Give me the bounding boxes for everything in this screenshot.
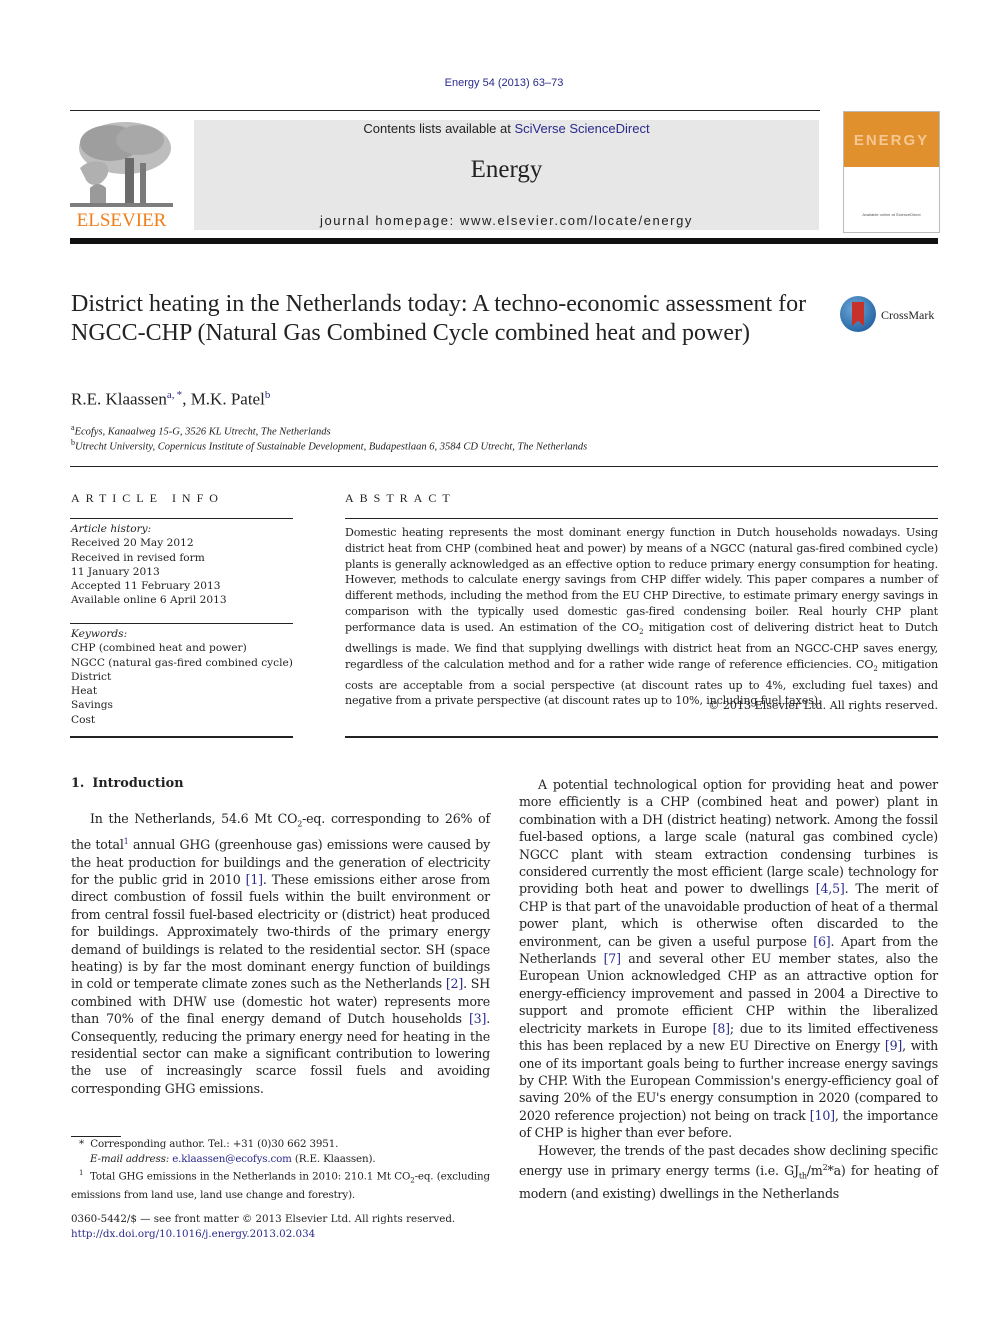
keywords: Keywords: CHP (combined heat and power) … (71, 627, 296, 727)
sciencedirect-link[interactable]: SciVerse ScienceDirect (514, 121, 649, 136)
author-list: R.E. Klaassena, *, M.K. Patelb (71, 389, 271, 409)
info-rule (70, 623, 293, 624)
elsevier-logo: ELSEVIER (70, 118, 173, 232)
journal-citation[interactable]: Energy 54 (2013) 63–73 (0, 77, 992, 89)
history-label: Article history: (71, 523, 152, 535)
footnote-text: Corresponding author. Tel.: +31 (0)30 66… (90, 1138, 339, 1150)
footnote-corresponding: * Corresponding author. Tel.: +31 (0)30 … (71, 1137, 490, 1152)
keywords-label: Keywords: (71, 628, 128, 640)
text-run: /m (806, 1163, 823, 1179)
text-run: A potential technological option for pro… (519, 777, 938, 897)
abstract-body: Domestic heating represents the most dom… (345, 525, 938, 709)
header-thick-rule (70, 238, 938, 244)
footnote-text: (R.E. Klaassen). (291, 1152, 376, 1165)
paragraph: A potential technological option for pro… (519, 776, 938, 1142)
affiliation-text: Utrecht University, Copernicus Institute… (75, 441, 588, 453)
info-rule-bottom (70, 736, 293, 738)
author-marks[interactable]: a, * (167, 389, 182, 401)
abstract-rule (345, 518, 938, 519)
footnote-1: 1 Total GHG emissions in the Netherlands… (71, 1166, 490, 1203)
cover-footer: Available online at ScienceDirect (862, 212, 921, 217)
author-name[interactable]: R.E. Klaassen (71, 390, 167, 409)
reference-link[interactable]: [3] (469, 1011, 486, 1026)
elsevier-tree-icon (70, 118, 173, 210)
author-marks[interactable]: b (265, 389, 271, 401)
abstract-copyright: © 2013 Elsevier Ltd. All rights reserved… (708, 699, 938, 712)
footnote-text: Total GHG emissions in the Netherlands i… (90, 1170, 411, 1183)
abstract-heading: ABSTRACT (345, 491, 456, 505)
article-history: Article history: Received 20 May 2012 Re… (71, 522, 296, 608)
journal-cover-thumbnail[interactable]: ENERGY Available online at ScienceDirect (843, 111, 940, 233)
citation-link[interactable]: Energy 54 (2013) 63–73 (445, 77, 564, 89)
affiliation-b: bUtrecht University, Copernicus Institut… (71, 438, 587, 453)
contents-prefix: Contents lists available at (363, 121, 515, 136)
history-item: Received in revised form (71, 551, 205, 564)
footnotes: * Corresponding author. Tel.: +31 (0)30 … (71, 1137, 490, 1203)
keyword-item: Heat (71, 685, 98, 698)
body-column-right: A potential technological option for pro… (519, 776, 938, 1202)
reference-link[interactable]: [10] (810, 1108, 835, 1123)
reference-link[interactable]: [1] (246, 872, 263, 887)
cover-title: ENERGY (853, 132, 930, 149)
title-section-rule (70, 466, 938, 467)
paragraph: However, the trends of the past decades … (519, 1142, 938, 1203)
author-name[interactable]: M.K. Patel (191, 390, 265, 409)
journal-name: Energy (470, 156, 543, 183)
keyword-item: NGCC (natural gas-fired combined cycle) (71, 656, 293, 669)
article-title: District heating in the Netherlands toda… (71, 291, 807, 346)
journal-homepage[interactable]: journal homepage: www.elsevier.com/locat… (194, 213, 819, 228)
text-run: . These emissions either arose from dire… (71, 871, 490, 992)
footnote-mark: * (79, 1138, 84, 1150)
reference-link[interactable]: [2] (446, 976, 463, 991)
keyword-item: District (71, 670, 112, 683)
elsevier-wordmark: ELSEVIER (76, 210, 167, 231)
text-run: In the Netherlands, 54.6 Mt CO (90, 811, 298, 826)
email-link[interactable]: e.klaassen@ecofys.com (172, 1153, 292, 1165)
reference-link[interactable]: [4,5] (816, 881, 845, 896)
abstract-text-part: Domestic heating represents the most dom… (345, 526, 938, 634)
crossmark-button[interactable]: CrossMark (840, 296, 940, 336)
abstract-rule-bottom (345, 736, 938, 738)
issn-block: 0360-5442/$ — see front matter © 2013 El… (71, 1212, 511, 1242)
subscript: th (798, 1171, 807, 1181)
issn-line: 0360-5442/$ — see front matter © 2013 El… (71, 1213, 456, 1225)
keyword-item: Savings (71, 699, 113, 712)
section-number: 1. (71, 776, 85, 791)
email-label: E-mail address: (90, 1152, 170, 1165)
article-info-heading: ARTICLE INFO (71, 491, 224, 505)
reference-link[interactable]: [8] (713, 1021, 730, 1036)
reference-link[interactable]: [6] (813, 934, 830, 949)
affiliation-a: aEcofys, Kanaalweg 15-G, 3526 KL Utrecht… (71, 423, 331, 438)
info-rule (70, 518, 293, 519)
keyword-item: CHP (combined heat and power) (71, 642, 247, 655)
history-item: Available online 6 April 2013 (71, 594, 227, 607)
footnote-mark: 1 (79, 1169, 84, 1178)
keyword-item: Cost (71, 713, 96, 726)
header-rule (70, 110, 820, 111)
reference-link[interactable]: [9] (885, 1038, 902, 1053)
crossmark-label: CrossMark (881, 308, 935, 322)
affiliation-text: Ecofys, Kanaalweg 15-G, 3526 KL Utrecht,… (74, 426, 331, 438)
doi-link[interactable]: http://dx.doi.org/10.1016/j.energy.2013.… (71, 1227, 511, 1242)
history-item: Accepted 11 February 2013 (71, 580, 221, 593)
footnote-email: E-mail address: e.klaassen@ecofys.com (R… (71, 1152, 490, 1167)
paragraph: In the Netherlands, 54.6 Mt CO2-eq. corr… (71, 810, 490, 1097)
reference-link[interactable]: [7] (604, 951, 621, 966)
section-title: Introduction (92, 776, 184, 791)
history-item: Received 20 May 2012 (71, 537, 194, 550)
contents-availability: Contents lists available at SciVerse Sci… (194, 121, 819, 136)
body-column-left: In the Netherlands, 54.6 Mt CO2-eq. corr… (71, 810, 490, 1097)
history-item: 11 January 2013 (71, 565, 160, 578)
section-heading-introduction: 1. Introduction (71, 776, 184, 791)
